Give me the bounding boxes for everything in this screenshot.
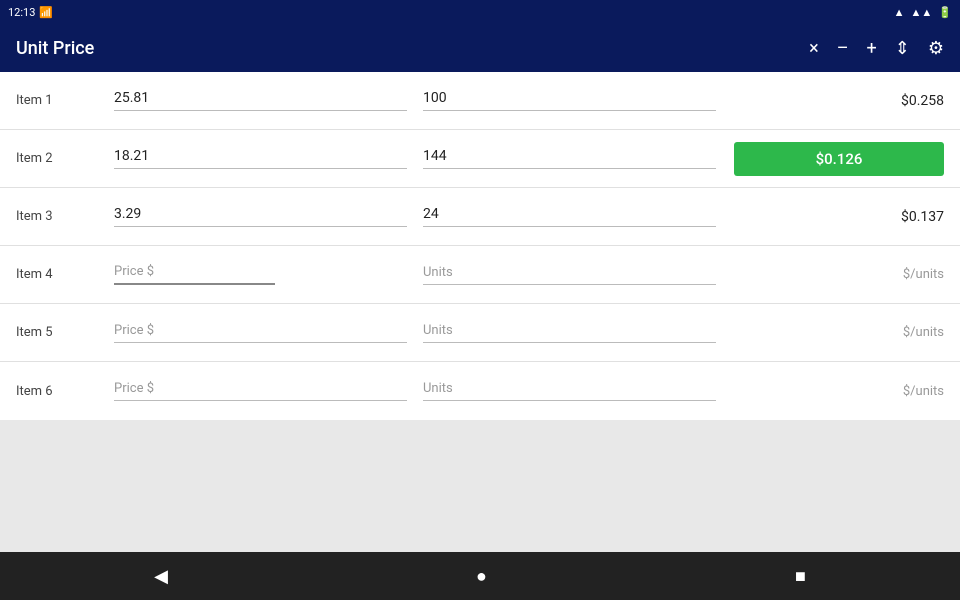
table-row: Item 4 Price $ Units $/units bbox=[0, 246, 960, 304]
price-value: 25.81 bbox=[114, 90, 407, 108]
item-label: Item 5 bbox=[16, 325, 106, 340]
close-button[interactable]: × bbox=[809, 38, 819, 59]
nav-bar: ◀ ● ■ bbox=[0, 552, 960, 600]
price-underline bbox=[114, 400, 407, 401]
table-row: Item 6 Price $ Units $/units bbox=[0, 362, 960, 420]
price-cell[interactable]: 3.29 bbox=[106, 206, 415, 227]
units-underline bbox=[423, 342, 716, 343]
status-bar: 12:13 📶 ▲ ▲▲ 🔋 bbox=[0, 0, 960, 24]
table-row: Item 5 Price $ Units $/units bbox=[0, 304, 960, 362]
units-placeholder: Units bbox=[423, 381, 716, 398]
add-button[interactable]: + bbox=[867, 38, 877, 59]
table-row: Item 3 3.29 24 $0.137 bbox=[0, 188, 960, 246]
units-underline bbox=[423, 168, 716, 169]
main-content: Item 1 25.81 100 $0.258 Item 2 18.21 144 $0.126… bbox=[0, 72, 960, 552]
units-cell[interactable]: 144 bbox=[415, 148, 724, 169]
units-underline bbox=[423, 400, 716, 401]
result-cell: $0.258 bbox=[724, 93, 944, 109]
price-underline bbox=[114, 168, 407, 169]
status-time: 12:13 bbox=[8, 6, 35, 19]
units-cell[interactable]: 24 bbox=[415, 206, 724, 227]
table-row: Item 1 25.81 100 $0.258 bbox=[0, 72, 960, 130]
title-bar: Unit Price × – + ⇕ ⚙ bbox=[0, 24, 960, 72]
price-cell[interactable]: Price $ bbox=[106, 381, 415, 401]
battery-icon: 🔋 bbox=[938, 6, 952, 19]
price-cell[interactable]: 25.81 bbox=[106, 90, 415, 111]
price-value: 3.29 bbox=[114, 206, 407, 224]
units-value: 24 bbox=[423, 206, 716, 224]
result-value: $0.258 bbox=[901, 93, 944, 109]
price-placeholder: Price $ bbox=[114, 323, 407, 340]
wifi-icon: ▲ bbox=[894, 6, 905, 19]
price-cell[interactable]: 18.21 bbox=[106, 148, 415, 169]
price-underline bbox=[114, 283, 275, 285]
units-underline bbox=[423, 110, 716, 111]
price-value: 18.21 bbox=[114, 148, 407, 166]
item-label: Item 4 bbox=[16, 267, 106, 282]
result-cell: $/units bbox=[724, 325, 944, 340]
signal-icon: ▲▲ bbox=[911, 6, 933, 19]
title-bar-actions: × – + ⇕ ⚙ bbox=[809, 38, 944, 59]
resize-button[interactable]: ⇕ bbox=[895, 38, 910, 59]
item-label: Item 6 bbox=[16, 384, 106, 399]
result-placeholder: $/units bbox=[903, 384, 944, 399]
price-cell[interactable]: Price $ bbox=[106, 264, 415, 285]
price-underline bbox=[114, 342, 407, 343]
result-placeholder: $/units bbox=[903, 267, 944, 282]
result-cell: $/units bbox=[724, 267, 944, 282]
result-cell: $0.126 bbox=[724, 142, 944, 176]
result-value: $0.137 bbox=[901, 209, 944, 225]
units-placeholder: Units bbox=[423, 323, 716, 340]
units-value: 144 bbox=[423, 148, 716, 166]
price-cell[interactable]: Price $ bbox=[106, 323, 415, 343]
status-left: 12:13 📶 bbox=[8, 6, 53, 19]
price-underline bbox=[114, 226, 407, 227]
page-title: Unit Price bbox=[16, 38, 94, 59]
minimize-button[interactable]: – bbox=[837, 38, 849, 59]
price-placeholder: Price $ bbox=[114, 381, 407, 398]
units-underline bbox=[423, 284, 716, 285]
price-underline bbox=[114, 110, 407, 111]
settings-button[interactable]: ⚙ bbox=[928, 38, 944, 59]
result-highlighted: $0.126 bbox=[734, 142, 944, 176]
signal-icons: 📶 bbox=[39, 6, 53, 19]
units-cell[interactable]: Units bbox=[415, 265, 724, 285]
back-button[interactable]: ◀ bbox=[130, 558, 192, 595]
price-placeholder: Price $ bbox=[114, 264, 407, 281]
units-cell[interactable]: Units bbox=[415, 381, 724, 401]
item-label: Item 2 bbox=[16, 151, 106, 166]
table-container: Item 1 25.81 100 $0.258 Item 2 18.21 144 $0.126… bbox=[0, 72, 960, 420]
units-placeholder: Units bbox=[423, 265, 716, 282]
units-value: 100 bbox=[423, 90, 716, 108]
table-row: Item 2 18.21 144 $0.126 bbox=[0, 130, 960, 188]
item-label: Item 3 bbox=[16, 209, 106, 224]
item-label: Item 1 bbox=[16, 93, 106, 108]
recent-button[interactable]: ■ bbox=[771, 558, 830, 595]
units-cell[interactable]: 100 bbox=[415, 90, 724, 111]
result-cell: $/units bbox=[724, 384, 944, 399]
home-button[interactable]: ● bbox=[452, 558, 511, 595]
result-placeholder: $/units bbox=[903, 325, 944, 340]
result-cell: $0.137 bbox=[724, 209, 944, 225]
units-cell[interactable]: Units bbox=[415, 323, 724, 343]
status-right: ▲ ▲▲ 🔋 bbox=[894, 6, 952, 19]
units-underline bbox=[423, 226, 716, 227]
